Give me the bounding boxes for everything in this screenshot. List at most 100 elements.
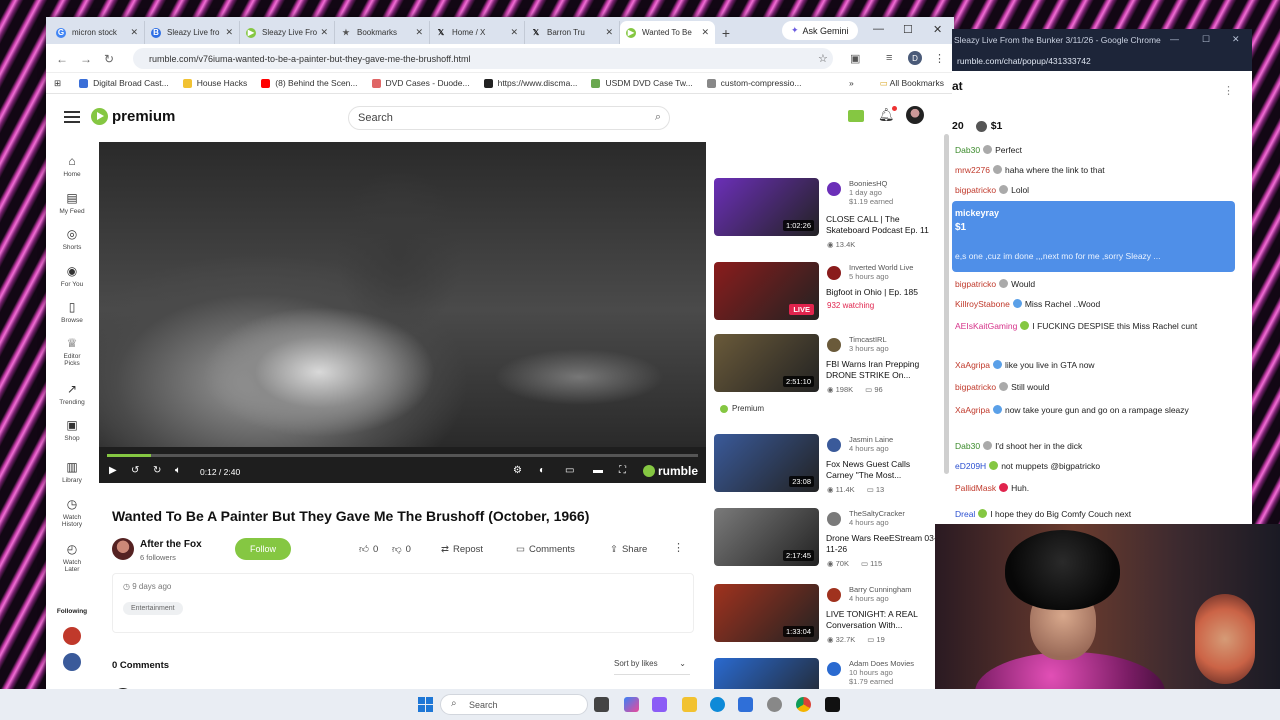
video-thumbnail[interactable]: 2:51:10 — [714, 334, 819, 392]
user-avatar[interactable] — [906, 106, 924, 124]
browser-tab[interactable]: B Sleazy Live fro ✕ — [145, 21, 240, 44]
browser-tab-active[interactable]: ▶ Wanted To Be ✕ — [620, 21, 715, 44]
chat-username[interactable]: mrw2276 — [955, 165, 990, 175]
maximize-icon[interactable]: ☐ — [903, 23, 913, 36]
bookmark-item[interactable]: Digital Broad Cast... — [79, 78, 169, 88]
nav-trending[interactable]: ↗ Trending — [46, 382, 98, 406]
channel-avatar[interactable] — [827, 662, 841, 676]
nav-my-feed[interactable]: ▤ My Feed — [46, 191, 98, 215]
bookmark-item[interactable]: https://www.discma... — [483, 78, 577, 88]
app-icon[interactable] — [825, 697, 840, 712]
browser-tab[interactable]: 𝕏 Barron Tru ✕ — [525, 21, 620, 44]
video-player[interactable]: ▶ ↺ ↻ 🔈︎ 0:12 / 2:40 ⚙ ◐ ▭ ▬ ⛶ rumble — [99, 142, 706, 483]
nav-editor-picks[interactable]: ♕ Editor Picks — [46, 336, 98, 367]
chat-username[interactable]: Dab30 — [955, 441, 980, 451]
bookmark-item[interactable]: House Hacks — [182, 78, 247, 88]
close-tab-icon[interactable]: ✕ — [605, 27, 613, 38]
following-channel-avatar[interactable] — [63, 653, 81, 671]
reload-icon[interactable]: ↻ — [104, 52, 114, 66]
nav-browse[interactable]: ▯ Browse — [46, 300, 98, 324]
dislike-button[interactable]: 👎︎ 0 — [392, 540, 411, 558]
channel-avatar[interactable] — [827, 512, 841, 526]
more-bookmarks-icon[interactable]: » — [849, 78, 854, 88]
volume-icon[interactable]: 🔈︎ — [175, 465, 181, 476]
chat-username[interactable]: Dreal — [955, 509, 975, 519]
bookmark-item[interactable]: custom-compressio... — [706, 78, 801, 88]
bookmark-item[interactable]: DVD Cases - Duode... — [371, 78, 470, 88]
video-frame[interactable] — [99, 142, 706, 447]
video-title[interactable]: CLOSE CALL | The Skateboard Podcast Ep. … — [826, 214, 938, 236]
chat-username[interactable]: bigpatricko — [955, 382, 996, 392]
video-title[interactable]: LIVE TONIGHT: A REAL Conversation With..… — [826, 609, 938, 631]
close-tab-icon[interactable]: ✕ — [415, 27, 423, 38]
bookmark-item[interactable]: (8) Behind the Scen... — [261, 78, 358, 88]
following-channel-avatar[interactable] — [63, 627, 81, 645]
tune-icon[interactable]: ≡ — [886, 52, 892, 64]
file-explorer-icon[interactable] — [682, 697, 697, 712]
task-view-icon[interactable] — [594, 697, 609, 712]
edge-icon[interactable] — [710, 697, 725, 712]
chat-url-bar[interactable]: rumble.com/chat/popup/431333742 — [952, 51, 1252, 71]
chat-username[interactable]: XaAgripa — [955, 360, 990, 370]
video-thumbnail[interactable]: 2:17:45 — [714, 508, 819, 566]
store-icon[interactable] — [738, 697, 753, 712]
channel-name[interactable]: Jasmin Laine — [849, 435, 893, 444]
copilot-icon[interactable] — [624, 697, 639, 712]
nav-shorts[interactable]: ◎ Shorts — [46, 227, 98, 251]
category-chip[interactable]: Entertainment — [123, 602, 183, 615]
rant-user[interactable]: mickeyray — [955, 208, 999, 218]
chat-username[interactable]: eD209H — [955, 461, 986, 471]
channel-avatar[interactable] — [827, 266, 841, 280]
nav-watch-history[interactable]: ◷ Watch History — [46, 497, 98, 528]
profile-avatar[interactable]: D — [908, 51, 922, 65]
hamburger-menu-icon[interactable] — [64, 111, 80, 123]
close-tab-icon[interactable]: ✕ — [320, 27, 328, 38]
video-thumbnail[interactable]: 23:08 — [714, 434, 819, 492]
channel-name[interactable]: Adam Does Movies — [849, 659, 914, 668]
channel-name[interactable]: TheSaltyCracker — [849, 509, 905, 518]
like-button[interactable]: 👍︎ 0 — [359, 540, 378, 558]
video-title[interactable]: Drone Wars ReeEStream 03-11-26 — [826, 533, 938, 555]
browser-tab[interactable]: ▶ Sleazy Live Fro ✕ — [240, 21, 335, 44]
chat-username[interactable]: KillroyStabone — [955, 299, 1010, 309]
rumble-logo[interactable]: premium — [91, 108, 175, 125]
autoplay-toggle-icon[interactable]: ◐ — [539, 465, 545, 476]
rewind-icon[interactable]: ↺ — [131, 465, 139, 476]
nav-watch-later[interactable]: ◴ Watch Later — [46, 542, 98, 573]
miniplayer-icon[interactable]: ▭ — [565, 465, 574, 476]
channel-name[interactable]: After the Fox — [140, 539, 202, 550]
close-window-icon[interactable]: ✕ — [1232, 34, 1240, 45]
notification-bell-icon[interactable]: 🔔︎ — [878, 106, 897, 123]
close-tab-icon[interactable]: ✕ — [225, 27, 233, 38]
more-options-icon[interactable]: ⋮ — [673, 541, 684, 554]
video-title[interactable]: Bigfoot in Ohio | Ep. 185 — [826, 287, 938, 298]
comments-button[interactable]: ▭ Comments — [516, 540, 575, 558]
teams-icon[interactable] — [652, 697, 667, 712]
settings-gear-icon[interactable]: ⚙ — [513, 465, 522, 476]
search-input[interactable]: Search ⌕ — [348, 106, 670, 130]
video-thumbnail[interactable]: 1:02:26 — [714, 178, 819, 236]
chat-username[interactable]: Dab30 — [955, 145, 980, 155]
browser-tab[interactable]: 𝕏 Home / X ✕ — [430, 21, 525, 44]
channel-name[interactable]: Barry Cunningham — [849, 585, 912, 594]
video-thumbnail[interactable]: 1:33:04 — [714, 584, 819, 642]
forward-icon[interactable]: → — [80, 52, 92, 66]
settings-gear-icon[interactable] — [767, 697, 782, 712]
sort-comments-select[interactable]: Sort by likes ⌄ — [614, 659, 690, 675]
browser-tab[interactable]: Gmicron stock ✕ — [50, 21, 145, 44]
video-thumbnail[interactable]: LIVE — [714, 262, 819, 320]
channel-avatar[interactable] — [827, 588, 841, 602]
ask-gemini-button[interactable]: ✦ Ask Gemini — [782, 21, 858, 40]
play-icon[interactable]: ▶ — [109, 465, 117, 476]
chat-menu-icon[interactable]: ⋮ — [1223, 84, 1234, 97]
channel-avatar[interactable] — [827, 338, 841, 352]
repost-button[interactable]: ⇄ Repost — [441, 540, 483, 558]
back-icon[interactable]: ← — [56, 52, 68, 66]
chat-username[interactable]: AEIsKaitGaming — [955, 321, 1017, 331]
close-tab-icon[interactable]: ✕ — [510, 27, 518, 38]
channel-name[interactable]: BooniesHQ — [849, 179, 887, 188]
close-window-icon[interactable]: ✕ — [933, 23, 942, 36]
chat-username[interactable]: PallidMask — [955, 483, 996, 493]
close-tab-icon[interactable]: ✕ — [130, 27, 138, 38]
extensions-icon[interactable]: ▣ — [850, 52, 860, 65]
